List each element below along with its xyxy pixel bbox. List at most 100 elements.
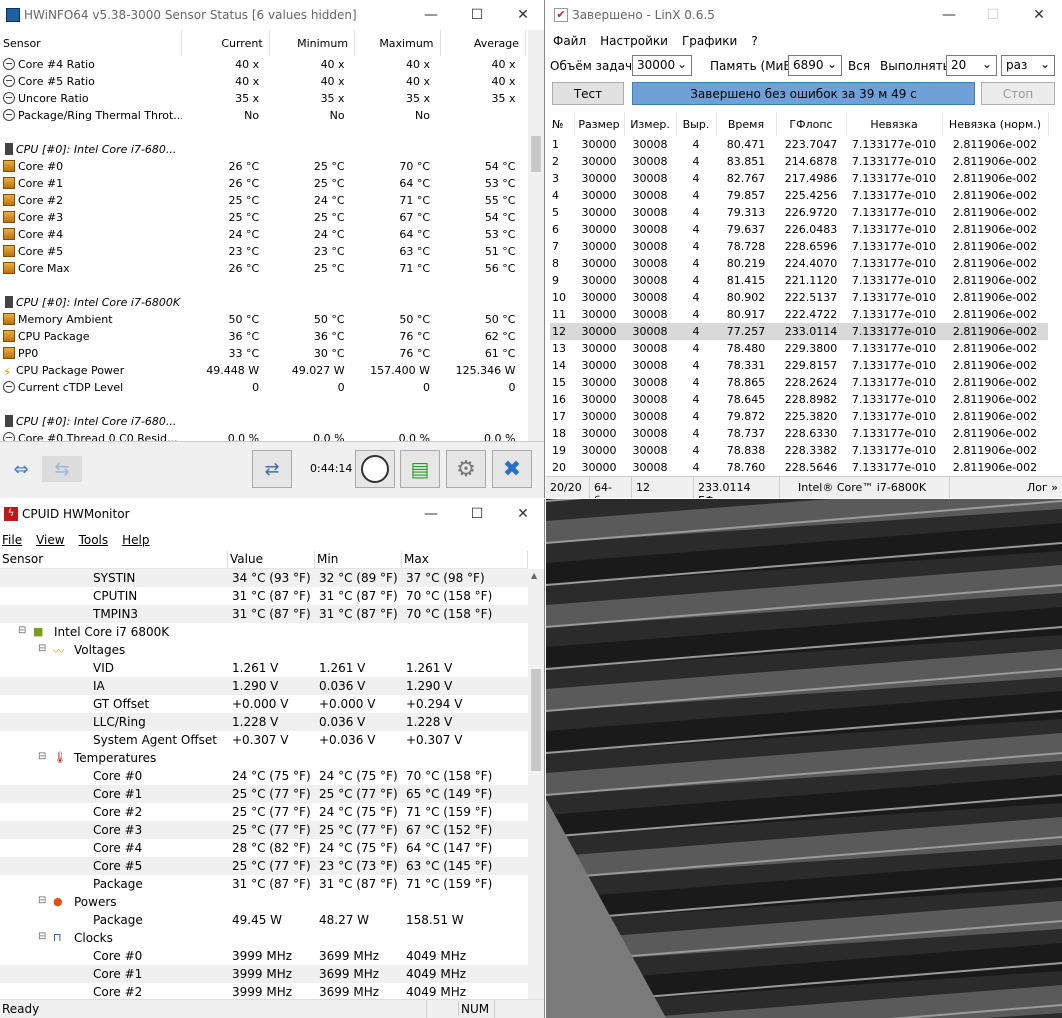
report-button[interactable]: ▤	[400, 450, 440, 488]
navigate-arrows-icon[interactable]: ⇔	[2, 456, 40, 482]
tree-row[interactable]: Package 49.45 W 48.27 W 158.51 W	[0, 911, 528, 929]
hwmonitor-titlebar[interactable]: ϟ CPUID HWMonitor — ☐ ✕	[0, 499, 544, 529]
table-row[interactable]: Uncore Ratio 35 x 35 x 35 x 35 x	[0, 90, 526, 107]
tree-row[interactable]: Core #0 24 °C (75 °F) 24 °C (75 °F) 70 °C (…	[0, 767, 528, 785]
memory-select[interactable]: 6890 ⌄	[788, 55, 842, 76]
table-row[interactable]: 17 30000 30008 4 79.872 225.3820 7.133177e-010…	[550, 408, 1048, 425]
tree-row[interactable]: Core #1 25 °C (77 °F) 25 °C (77 °F) 65 °C (…	[0, 785, 528, 803]
tree-row[interactable]: Core #0 3999 MHz 3699 MHz 4049 MHz	[0, 947, 528, 965]
tree-row[interactable]: ⊟ ■ Intel Core i7 6800K	[0, 623, 528, 641]
table-row[interactable]: Package/Ring Thermal Throt... No No No	[0, 107, 526, 124]
tree-row[interactable]: ⊟ 🌡 Temperatures	[0, 749, 528, 767]
table-row[interactable]: Memory Ambient 50 °C 50 °C 50 °C 50 °C	[0, 311, 526, 328]
menu-item[interactable]: Tools	[79, 533, 109, 547]
table-row[interactable]: 5 30000 30008 4 79.313 226.9720 7.133177e-010 2…	[550, 204, 1048, 221]
table-row[interactable]: 7 30000 30008 4 78.728 228.6596 7.133177e-010 2…	[550, 238, 1048, 255]
table-row[interactable]: CPU [#0]: Intel Core i7-6800K	[0, 294, 526, 311]
tree-row[interactable]: Core #3 25 °C (77 °F) 25 °C (77 °F) 67 °C (…	[0, 821, 528, 839]
column-header[interactable]: Maximum	[354, 30, 441, 56]
table-row[interactable]: CPU Package 36 °C 36 °C 76 °C 62 °C	[0, 328, 526, 345]
column-header[interactable]: Current	[181, 30, 270, 56]
table-row[interactable]: Core #4 Ratio 40 x 40 x 40 x 40 x	[0, 56, 526, 73]
tree-row[interactable]: VID 1.261 V 1.261 V 1.261 V	[0, 659, 528, 677]
table-row[interactable]	[0, 124, 526, 141]
column-header[interactable]: Minimum	[269, 30, 356, 56]
tree-row[interactable]: Core #1 3999 MHz 3699 MHz 4049 MHz	[0, 965, 528, 983]
table-row[interactable]: Core #5 Ratio 40 x 40 x 40 x 40 x	[0, 73, 526, 90]
linx-titlebar[interactable]: ✔ Завершено - LinX 0.6.5 — ☐ ✕	[546, 0, 1062, 30]
tree-row[interactable]: Core #5 25 °C (77 °F) 23 °C (73 °F) 63 °C (…	[0, 857, 528, 875]
column-header[interactable]: Sensor	[0, 551, 228, 568]
tree-row[interactable]: LLC/Ring 1.228 V 0.036 V 1.228 V	[0, 713, 528, 731]
table-row[interactable]: 11 30000 30008 4 80.917 222.4722 7.133177e-010…	[550, 306, 1048, 323]
tree-row[interactable]: ⊟ ● Powers	[0, 893, 528, 911]
table-row[interactable]: 19 30000 30008 4 78.838 228.3382 7.133177e-010…	[550, 442, 1048, 459]
table-row[interactable]: 12 30000 30008 4 77.257 233.0114 7.133177e-010…	[550, 323, 1048, 340]
table-row[interactable]: CPU [#0]: Intel Core i7-680...	[0, 141, 526, 158]
column-header[interactable]: Размер	[574, 112, 625, 136]
hwinfo-scrollbar[interactable]	[528, 30, 544, 441]
clock-button[interactable]	[355, 450, 395, 488]
tree-row[interactable]: Core #4 28 °C (82 °F) 24 °C (75 °F) 64 °C (…	[0, 839, 528, 857]
column-header[interactable]: Value	[228, 551, 315, 568]
tree-row[interactable]: ⊟ 〰 Voltages	[0, 641, 528, 659]
table-row[interactable]: Core #2 25 °C 24 °C 71 °C 55 °C	[0, 192, 526, 209]
close-button[interactable]: ✕	[500, 499, 544, 529]
test-button[interactable]: Тест	[552, 82, 624, 105]
settings-button[interactable]: ⚙	[446, 450, 486, 488]
tree-row[interactable]: System Agent Offset +0.307 V +0.036 V +0.30…	[0, 731, 528, 749]
close-button[interactable]: ✕	[1016, 0, 1062, 30]
table-row[interactable]: 6 30000 30008 4 79.637 226.0483 7.133177e-010 2…	[550, 221, 1048, 238]
menu-item[interactable]: Настройки	[600, 34, 668, 48]
table-row[interactable]: 14 30000 30008 4 78.331 229.8157 7.133177e-010…	[550, 357, 1048, 374]
column-header[interactable]: Измер.	[624, 112, 677, 136]
network-button[interactable]: ⇄	[252, 450, 292, 488]
tree-row[interactable]: IA 1.290 V 0.036 V 1.290 V	[0, 677, 528, 695]
log-button[interactable]: Лог »	[950, 477, 1062, 498]
run-unit-select[interactable]: раз ⌄	[1001, 55, 1055, 76]
column-header[interactable]: Невязка (норм.)	[942, 112, 1049, 136]
tree-row[interactable]: GT Offset +0.000 V +0.000 V +0.294 V	[0, 695, 528, 713]
table-row[interactable]: 4 30000 30008 4 79.857 225.4256 7.133177e-010 2…	[550, 187, 1048, 204]
table-row[interactable]: Core #3 25 °C 25 °C 67 °C 54 °C	[0, 209, 526, 226]
table-row[interactable]: 1 30000 30008 4 80.471 223.7047 7.133177e-010 2…	[550, 136, 1048, 153]
tree-row[interactable]: ⊟ ⊓ Clocks	[0, 929, 528, 947]
hwmonitor-scroll-thumb[interactable]	[531, 669, 541, 771]
table-row[interactable]: 3 30000 30008 4 82.767 217.4986 7.133177e-010 2…	[550, 170, 1048, 187]
table-row[interactable]	[0, 396, 526, 413]
tree-row[interactable]: Package 31 °C (87 °F) 31 °C (87 °F) 71 °C (…	[0, 875, 528, 893]
collapse-toggle-icon[interactable]: ⊟	[18, 625, 26, 636]
table-row[interactable]: Current cTDP Level 0 0 0 0	[0, 379, 526, 396]
column-header[interactable]: Average	[440, 30, 527, 56]
table-row[interactable]: 8 30000 30008 4 80.219 224.4070 7.133177e-010 2…	[550, 255, 1048, 272]
column-header[interactable]: Выр.	[676, 112, 717, 136]
table-row[interactable]: 9 30000 30008 4 81.415 221.1120 7.133177e-010 2…	[550, 272, 1048, 289]
minimize-button[interactable]: —	[408, 0, 454, 30]
menu-item[interactable]: Графики	[682, 34, 737, 48]
run-count-select[interactable]: 20 ⌄	[946, 55, 997, 76]
minimize-button[interactable]: —	[408, 499, 454, 529]
table-row[interactable]: CPU [#0]: Intel Core i7-680...	[0, 413, 526, 430]
tree-row[interactable]: TMPIN3 31 °C (87 °F) 31 °C (87 °F) 70 °C (1…	[0, 605, 528, 623]
table-row[interactable]: 2 30000 30008 4 83.851 214.6878 7.133177e-010 2…	[550, 153, 1048, 170]
menu-item[interactable]: File	[2, 533, 22, 547]
menu-item[interactable]: Help	[122, 533, 149, 547]
hwmonitor-scrollbar[interactable]: ▲	[528, 569, 544, 999]
table-row[interactable]: 20 30000 30008 4 78.760 228.5646 7.133177e-010…	[550, 459, 1048, 476]
tree-row[interactable]: Core #2 25 °C (77 °F) 24 °C (75 °F) 71 °C (…	[0, 803, 528, 821]
maximize-button[interactable]: ☐	[454, 0, 500, 30]
exit-button[interactable]: ✖	[492, 450, 532, 488]
menu-item[interactable]: View	[36, 533, 64, 547]
table-row[interactable]: ⚡ CPU Package Power 49.448 W 49.027 W 157.40…	[0, 362, 526, 379]
table-row[interactable]: PP0 33 °C 30 °C 76 °C 61 °C	[0, 345, 526, 362]
tree-row[interactable]: CPUTIN 31 °C (87 °F) 31 °C (87 °F) 70 °C (1…	[0, 587, 528, 605]
table-row[interactable]: 15 30000 30008 4 78.865 228.2624 7.133177e-010…	[550, 374, 1048, 391]
table-row[interactable]: Core #1 26 °C 25 °C 64 °C 53 °C	[0, 175, 526, 192]
collapse-toggle-icon[interactable]: ⊟	[38, 895, 46, 906]
table-row[interactable]: 10 30000 30008 4 80.902 222.5137 7.133177e-010…	[550, 289, 1048, 306]
column-header[interactable]: Sensor	[0, 30, 183, 56]
collapse-toggle-icon[interactable]: ⊟	[38, 751, 46, 762]
stop-button[interactable]: Стоп	[981, 82, 1055, 105]
menu-item[interactable]: ?	[751, 34, 757, 48]
column-header[interactable]: ГФлопс	[776, 112, 847, 136]
